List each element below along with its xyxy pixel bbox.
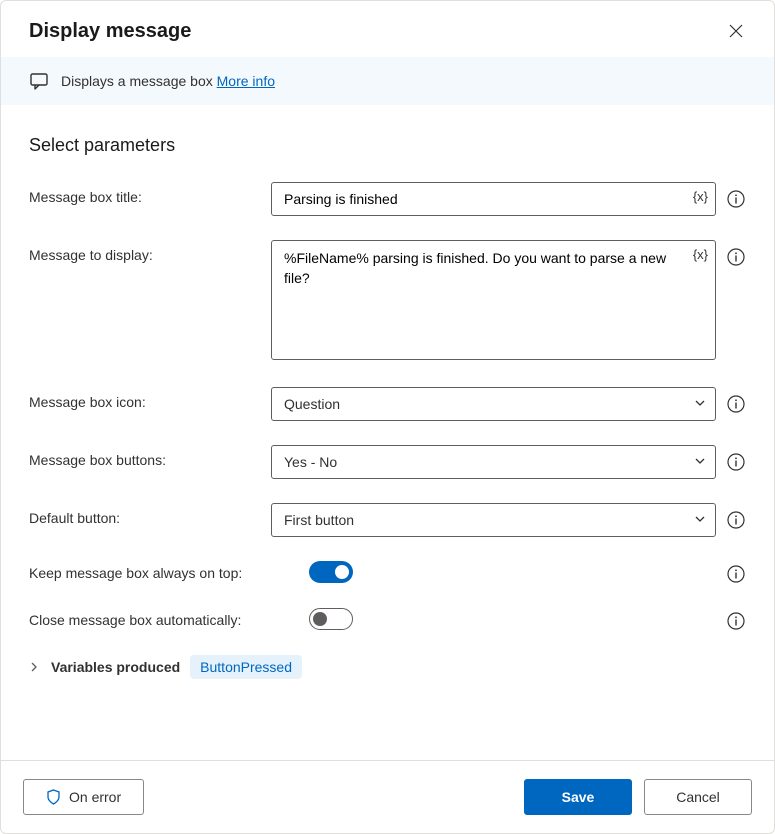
- close-icon: [729, 24, 743, 38]
- select-default-button[interactable]: First button: [271, 503, 716, 537]
- info-button[interactable]: [726, 510, 746, 530]
- info-icon: [727, 395, 745, 413]
- dialog-header: Display message: [1, 1, 774, 57]
- label-default-button: Default button:: [29, 503, 263, 526]
- info-button[interactable]: [726, 394, 746, 414]
- shield-icon: [46, 789, 61, 805]
- label-message-to-display: Message to display:: [29, 240, 263, 263]
- insert-variable-button[interactable]: {x}: [693, 247, 708, 262]
- info-button[interactable]: [726, 611, 746, 631]
- description-bar: Displays a message box More info: [1, 57, 774, 105]
- row-always-on-top: Keep message box always on top:: [29, 561, 746, 584]
- description-text: Displays a message box More info: [61, 73, 275, 89]
- row-message-box-title: Message box title: {x}: [29, 182, 746, 216]
- variables-produced-label: Variables produced: [51, 659, 180, 675]
- more-info-link[interactable]: More info: [217, 73, 275, 89]
- info-button[interactable]: [726, 564, 746, 584]
- label-message-box-buttons: Message box buttons:: [29, 445, 263, 468]
- info-button[interactable]: [726, 189, 746, 209]
- insert-variable-button[interactable]: {x}: [693, 189, 708, 204]
- row-default-button: Default button: First button: [29, 503, 746, 537]
- label-always-on-top: Keep message box always on top:: [29, 561, 301, 581]
- variables-produced-row[interactable]: Variables produced ButtonPressed: [29, 655, 746, 679]
- toggle-close-automatically[interactable]: [309, 608, 353, 630]
- info-icon: [727, 565, 745, 583]
- on-error-button[interactable]: On error: [23, 779, 144, 815]
- row-message-box-icon: Message box icon: Question: [29, 387, 746, 421]
- close-button[interactable]: [724, 19, 748, 43]
- display-message-dialog: Display message Displays a message box M…: [0, 0, 775, 834]
- info-icon: [727, 612, 745, 630]
- message-icon: [29, 71, 49, 91]
- label-message-box-title: Message box title:: [29, 182, 263, 205]
- textarea-message-to-display[interactable]: [271, 240, 716, 360]
- cancel-button[interactable]: Cancel: [644, 779, 752, 815]
- section-title: Select parameters: [29, 135, 746, 156]
- label-message-box-icon: Message box icon:: [29, 387, 263, 410]
- label-close-automatically: Close message box automatically:: [29, 608, 301, 628]
- info-icon: [727, 248, 745, 266]
- dialog-footer: On error Save Cancel: [1, 760, 774, 833]
- row-message-box-buttons: Message box buttons: Yes - No: [29, 445, 746, 479]
- info-button[interactable]: [726, 247, 746, 267]
- input-message-box-title[interactable]: [271, 182, 716, 216]
- info-icon: [727, 511, 745, 529]
- select-message-box-buttons[interactable]: Yes - No: [271, 445, 716, 479]
- info-button[interactable]: [726, 452, 746, 472]
- toggle-always-on-top[interactable]: [309, 561, 353, 583]
- chevron-right-icon: [29, 662, 41, 672]
- save-button[interactable]: Save: [524, 779, 632, 815]
- dialog-content: Select parameters Message box title: {x}…: [1, 105, 774, 760]
- info-icon: [727, 453, 745, 471]
- row-close-automatically: Close message box automatically:: [29, 608, 746, 631]
- row-message-to-display: Message to display: {x}: [29, 240, 746, 363]
- select-message-box-icon[interactable]: Question: [271, 387, 716, 421]
- dialog-title: Display message: [29, 20, 191, 43]
- variable-chip[interactable]: ButtonPressed: [190, 655, 302, 679]
- info-icon: [727, 190, 745, 208]
